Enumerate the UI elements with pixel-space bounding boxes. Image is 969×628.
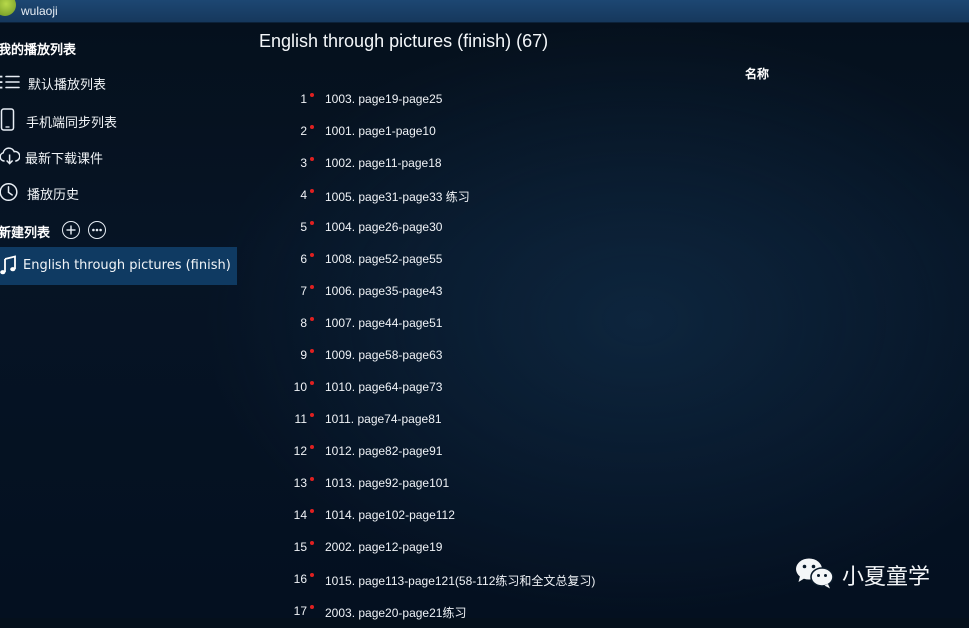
track-name: 1005. page31-page33 练习 [325, 190, 470, 204]
track-number: 4 [300, 188, 307, 202]
new-list-heading: 新建列表 [0, 226, 51, 241]
music-note-icon [0, 255, 20, 275]
sidebar-item-default-playlist[interactable]: 默认播放列表 [0, 65, 237, 99]
track-number: 16 [293, 572, 307, 586]
status-dot [310, 125, 314, 129]
track-name: 1015. page113-page121(58-112练习和全文总复习) [325, 574, 596, 588]
track-name: 1006. page35-page43 [325, 284, 443, 298]
status-dot [310, 349, 314, 353]
table-row[interactable]: 5 1004. page26-page30 [270, 212, 790, 244]
track-name: 2002. page12-page19 [325, 540, 443, 554]
track-number: 9 [300, 348, 307, 362]
status-dot [310, 477, 314, 481]
wechat-icon [796, 558, 834, 589]
track-number: 6 [300, 252, 307, 266]
status-dot [310, 413, 314, 417]
page-title: English through pictures (finish) (67) [259, 31, 549, 51]
list-icon [0, 72, 20, 92]
sidebar-item-label: 手机端同步列表 [26, 116, 118, 131]
table-row[interactable]: 10 1010. page64-page73 [270, 372, 790, 404]
track-number: 1 [300, 92, 307, 106]
sidebar-item-label: English through pictures (finish) [23, 258, 231, 273]
table-row[interactable]: 8 1007. page44-page51 [270, 308, 790, 340]
table-row[interactable]: 11 1011. page74-page81 [270, 404, 790, 436]
column-header-name[interactable]: 名称 [745, 65, 769, 82]
track-name: 1013. page92-page101 [325, 476, 450, 490]
watermark-text: 小夏童学 [842, 565, 931, 590]
table-row[interactable]: 7 1006. page35-page43 [270, 276, 790, 308]
table-row[interactable]: 3 1002. page11-page18 [270, 148, 790, 180]
sidebar: 我的播放列表 默认播放列表 手机端同步列表 最新下载课件 播放历史 新建列表 E… [0, 22, 237, 618]
status-dot [310, 381, 314, 385]
track-name: 1004. page26-page30 [325, 220, 443, 234]
track-number: 5 [300, 220, 307, 234]
track-number: 13 [293, 476, 307, 490]
status-dot [310, 317, 314, 321]
track-name: 1011. page74-page81 [325, 412, 442, 426]
track-name: 1010. page64-page73 [325, 380, 443, 394]
table-row[interactable]: 13 1013. page92-page101 [270, 468, 790, 500]
status-dot [310, 509, 314, 513]
sidebar-item-label: 默认播放列表 [28, 78, 107, 93]
track-number: 14 [293, 508, 307, 522]
sidebar-item-phone-sync[interactable]: 手机端同步列表 [0, 103, 237, 137]
my-playlists-heading: 我的播放列表 [0, 43, 77, 58]
status-dot [310, 253, 314, 257]
track-name: 1001. page1-page10 [325, 124, 436, 138]
table-row[interactable]: 17 2003. page20-page21练习 [270, 596, 790, 628]
more-icon [91, 228, 102, 231]
status-dot [310, 605, 314, 609]
status-dot [310, 541, 314, 545]
table-row[interactable]: 4 1005. page31-page33 练习 [270, 180, 790, 212]
table-row[interactable]: 9 1009. page58-page63 [270, 340, 790, 372]
status-dot [310, 573, 314, 577]
status-dot [310, 221, 314, 225]
more-options-button[interactable] [88, 221, 106, 239]
table-row[interactable]: 1 1003. page19-page25 [270, 84, 790, 116]
clock-icon [0, 182, 20, 202]
table-row[interactable]: 2 1001. page1-page10 [270, 116, 790, 148]
track-number: 12 [293, 444, 307, 458]
add-list-button[interactable] [62, 221, 80, 239]
track-name: 1003. page19-page25 [325, 92, 443, 106]
username[interactable]: wulaoji [21, 4, 58, 18]
track-name: 1008. page52-page55 [325, 252, 443, 266]
track-name: 1002. page11-page18 [325, 156, 442, 170]
download-cloud-icon [0, 146, 21, 166]
status-dot [310, 445, 314, 449]
status-dot [310, 157, 314, 161]
track-number: 2 [300, 124, 307, 138]
status-dot [310, 285, 314, 289]
track-name: 2003. page20-page21练习 [325, 606, 467, 620]
track-number: 10 [293, 380, 307, 394]
table-row[interactable]: 12 1012. page82-page91 [270, 436, 790, 468]
sidebar-item-play-history[interactable]: 播放历史 [0, 175, 237, 209]
table-row[interactable]: 14 1014. page102-page112 [270, 500, 790, 532]
track-name: 1014. page102-page112 [325, 508, 455, 522]
status-dot [310, 189, 314, 193]
track-number: 11 [294, 412, 307, 426]
track-number: 17 [293, 604, 307, 618]
sidebar-item-latest-downloads[interactable]: 最新下载课件 [0, 139, 237, 173]
track-name: 1009. page58-page63 [325, 348, 443, 362]
track-name: 1007. page44-page51 [325, 316, 443, 330]
table-row[interactable]: 16 1015. page113-page121(58-112练习和全文总复习) [270, 564, 790, 596]
avatar[interactable] [0, 0, 16, 16]
table-row[interactable]: 6 1008. page52-page55 [270, 244, 790, 276]
watermark: 小夏童学 [794, 556, 964, 592]
track-number: 8 [300, 316, 307, 330]
phone-icon [0, 108, 20, 132]
plus-icon [66, 225, 75, 234]
sidebar-item-label: 播放历史 [27, 188, 80, 203]
sidebar-item-label: 最新下载课件 [25, 152, 104, 167]
status-dot [310, 93, 314, 97]
sidebar-item-english-through-pictures[interactable]: English through pictures (finish) [0, 247, 237, 285]
table-row[interactable]: 15 2002. page12-page19 [270, 532, 790, 564]
track-name: 1012. page82-page91 [325, 444, 443, 458]
track-number: 7 [300, 284, 307, 298]
track-number: 15 [293, 540, 307, 554]
title-bar: wulaoji [0, 0, 969, 23]
track-number: 3 [300, 156, 307, 170]
